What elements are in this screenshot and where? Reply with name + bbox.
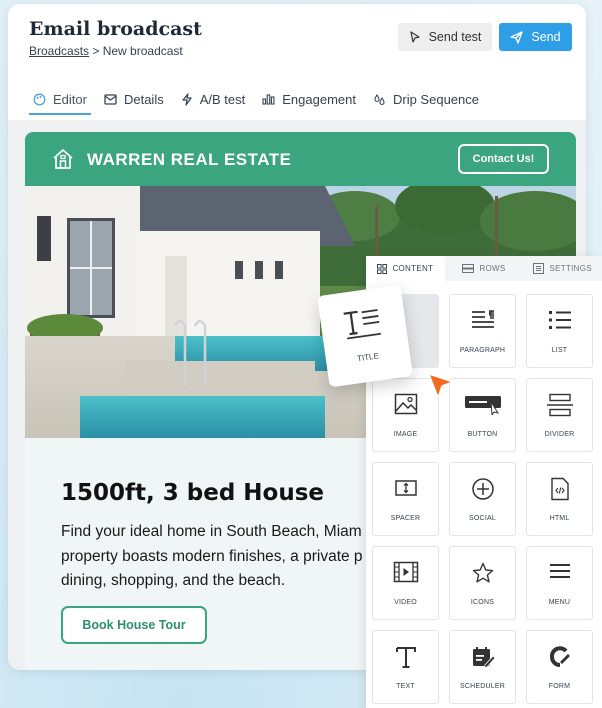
block-menu-label: MENU	[548, 599, 571, 606]
block-form[interactable]: FORM	[526, 630, 593, 704]
send-label: Send	[531, 30, 561, 44]
spacer-icon	[394, 480, 417, 496]
tab-details[interactable]: Details	[100, 86, 168, 112]
breadcrumb-current: New broadcast	[102, 44, 183, 58]
grid-icon	[377, 263, 388, 274]
tab-editor[interactable]: Editor	[29, 86, 91, 115]
panel-tab-settings[interactable]: SETTINGS	[523, 256, 602, 281]
block-video-label: VIDEO	[394, 599, 417, 606]
tab-engagement[interactable]: Engagement	[258, 86, 360, 112]
page-header: Email broadcast Broadcasts > New broadca…	[8, 4, 586, 120]
tab-details-label: Details	[123, 91, 164, 107]
palette-icon	[33, 93, 46, 105]
block-text-label: TEXT	[396, 683, 415, 690]
tab-ab-test[interactable]: A/B test	[177, 86, 250, 112]
button-icon	[464, 396, 501, 415]
panel-tab-content[interactable]: CONTENT	[366, 256, 445, 281]
breadcrumb-link-broadcasts[interactable]: Broadcasts	[29, 44, 89, 58]
block-paragraph[interactable]: PARAGRAPH	[449, 294, 516, 368]
block-text[interactable]: TEXT	[372, 630, 439, 704]
block-button[interactable]: BUTTON	[449, 378, 516, 452]
dragged-title-label: TITLE	[356, 351, 380, 364]
send-test-button[interactable]: Send test	[398, 23, 492, 51]
block-menu[interactable]: MENU	[526, 546, 593, 620]
block-html[interactable]: HTML	[526, 462, 593, 536]
rows-icon	[462, 264, 475, 273]
tab-editor-label: Editor	[53, 91, 87, 107]
email-header-bar: WARREN REAL ESTATE Contact Us!	[25, 132, 576, 186]
scheduler-icon	[472, 647, 495, 669]
tab-drip-sequence-label: Drip Sequence	[392, 91, 479, 107]
video-icon	[393, 561, 418, 583]
block-form-label: FORM	[548, 683, 571, 690]
house-icon	[53, 149, 73, 169]
tab-drip-sequence[interactable]: Drip Sequence	[369, 86, 483, 112]
panel-tab-settings-label: SETTINGS	[549, 264, 592, 273]
tab-ab-test-label: A/B test	[199, 91, 246, 107]
paper-plane-icon	[510, 30, 524, 44]
block-image-label: IMAGE	[393, 431, 418, 438]
block-scheduler[interactable]: SCHEDULER	[449, 630, 516, 704]
send-button[interactable]: Send	[499, 23, 572, 51]
envelope-icon	[104, 93, 117, 105]
settings-panel-icon	[533, 263, 545, 274]
breadcrumb: Broadcasts > New broadcast	[29, 44, 183, 58]
block-button-label: BUTTON	[467, 431, 498, 438]
panel-tab-rows[interactable]: ROWS	[445, 256, 524, 281]
title-icon	[343, 309, 381, 340]
page-title: Email broadcast	[29, 18, 202, 40]
panel-tab-rows-label: ROWS	[479, 264, 506, 273]
form-icon	[549, 646, 570, 667]
block-video[interactable]: VIDEO	[372, 546, 439, 620]
block-scheduler-label: SCHEDULER	[460, 683, 505, 690]
book-house-tour-button[interactable]: Book House Tour	[61, 606, 207, 644]
drip-icon	[374, 93, 385, 105]
lightning-icon	[182, 92, 192, 106]
block-list-label: LIST	[551, 347, 568, 354]
brand-name: WARREN REAL ESTATE	[87, 150, 292, 169]
block-social-label: SOCIAL	[469, 515, 496, 522]
image-icon	[394, 393, 417, 415]
paragraph-icon	[471, 310, 494, 328]
listing-headline: 1500ft, 3 bed House	[61, 480, 325, 506]
block-paragraph-label: PARAGRAPH	[459, 347, 506, 354]
contact-us-button[interactable]: Contact Us!	[458, 144, 549, 174]
menu-icon	[549, 564, 570, 578]
block-social[interactable]: SOCIAL	[449, 462, 516, 536]
send-test-label: Send test	[428, 30, 482, 44]
dragged-title-block[interactable]: TITLE	[317, 284, 413, 388]
breadcrumb-separator: >	[89, 44, 103, 58]
editor-tabs: Editor Details A/B test Engagement Drip …	[29, 86, 492, 115]
panel-tab-content-label: CONTENT	[392, 264, 434, 273]
mouse-cursor-icon	[430, 375, 450, 395]
text-icon	[395, 647, 416, 668]
social-icon	[471, 478, 494, 500]
block-list[interactable]: LIST	[526, 294, 593, 368]
block-divider-label: DIVIDER	[544, 431, 575, 438]
list-icon	[548, 311, 571, 329]
block-icons[interactable]: ICONS	[449, 546, 516, 620]
block-spacer[interactable]: SPACER	[372, 462, 439, 536]
star-icon	[472, 562, 493, 583]
cursor-arrow-icon	[409, 31, 420, 43]
listing-description: Find your ideal home in South Beach, Mia…	[61, 523, 363, 589]
block-icons-label: ICONS	[470, 599, 495, 606]
divider-icon	[546, 393, 573, 417]
block-spacer-label: SPACER	[390, 515, 421, 522]
panel-tabs: CONTENT ROWS SETTINGS	[366, 256, 602, 281]
block-divider[interactable]: DIVIDER	[526, 378, 593, 452]
html-icon	[550, 477, 569, 501]
tab-engagement-label: Engagement	[282, 91, 356, 107]
block-html-label: HTML	[549, 515, 570, 522]
bar-chart-icon	[262, 94, 275, 105]
